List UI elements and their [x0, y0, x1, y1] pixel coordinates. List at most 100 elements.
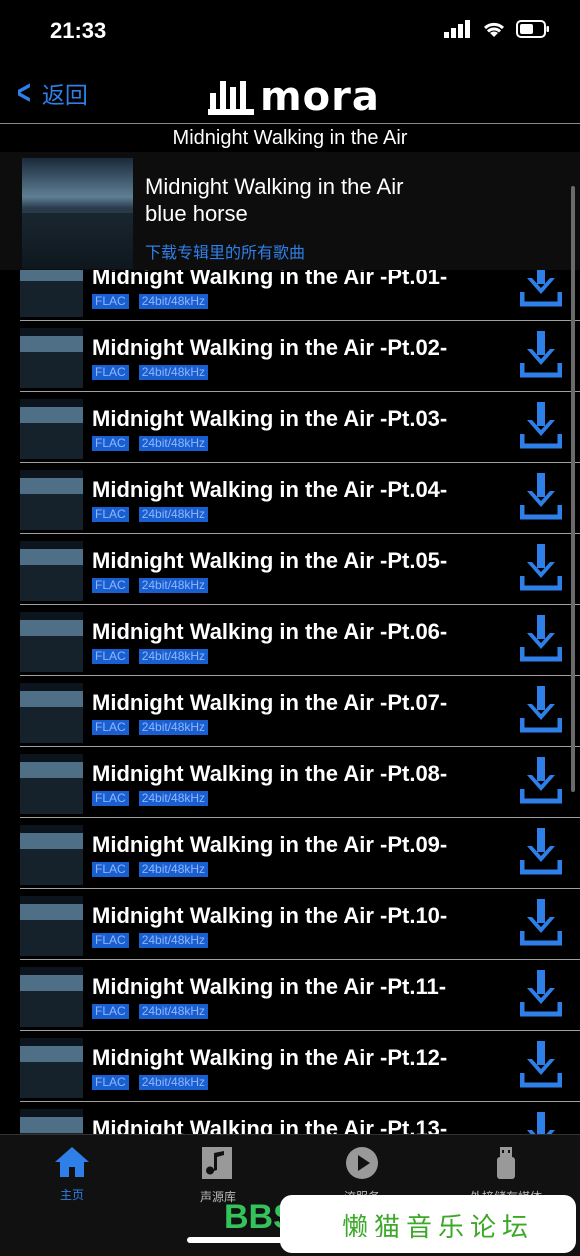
quality-badge: 24bit/48kHz: [138, 649, 209, 664]
tab-home[interactable]: 主页: [12, 1145, 132, 1203]
download-all-link[interactable]: 下载专辑里的所有歌曲: [145, 239, 305, 263]
track-row[interactable]: Midnight Walking in the Air -Pt.09- FLAC…: [20, 818, 580, 889]
track-row[interactable]: Midnight Walking in the Air -Pt.11- FLAC…: [20, 960, 580, 1031]
album-artist: blue horse: [145, 201, 248, 226]
track-title: Midnight Walking in the Air -Pt.10-: [92, 903, 448, 928]
download-icon[interactable]: [520, 400, 562, 452]
track-thumbnail: [20, 1038, 83, 1098]
battery-icon: [516, 20, 549, 38]
format-badge: FLAC: [92, 1004, 129, 1019]
quality-badge: 24bit/48kHz: [138, 436, 209, 451]
format-badge: FLAC: [92, 933, 129, 948]
download-icon[interactable]: [520, 897, 562, 949]
track-badges: FLAC 24bit/48kHz: [92, 578, 209, 593]
track-thumbnail: [20, 754, 83, 814]
album-title: Midnight Walking in the Air: [145, 174, 404, 199]
track-title: Midnight Walking in the Air -Pt.07-: [92, 690, 448, 715]
chevron-left-icon: <: [16, 74, 31, 112]
quality-badge: 24bit/48kHz: [138, 1075, 209, 1090]
quality-badge: 24bit/48kHz: [138, 862, 209, 877]
album-cover: [22, 158, 133, 269]
usb-icon: [497, 1147, 515, 1179]
track-thumbnail: [20, 399, 83, 459]
track-title: Midnight Walking in the Air -Pt.06-: [92, 619, 448, 644]
download-icon[interactable]: [520, 755, 562, 807]
track-badges: FLAC 24bit/48kHz: [92, 1075, 209, 1090]
download-icon[interactable]: [520, 542, 562, 594]
track-badges: FLAC 24bit/48kHz: [92, 649, 209, 664]
track-thumbnail: [20, 470, 83, 530]
download-icon[interactable]: [520, 826, 562, 878]
logo-text: mora: [260, 74, 380, 120]
format-badge: FLAC: [92, 1075, 129, 1090]
cellular-signal-icon: [444, 20, 470, 38]
track-badges: FLAC 24bit/48kHz: [92, 1004, 209, 1019]
wifi-icon: [483, 22, 505, 37]
track-thumbnail: [20, 328, 83, 388]
format-badge: FLAC: [92, 720, 129, 735]
quality-badge: 24bit/48kHz: [138, 933, 209, 948]
track-thumbnail: [20, 825, 83, 885]
quality-badge: 24bit/48kHz: [138, 720, 209, 735]
track-row[interactable]: Midnight Walking in the Air -Pt.05- FLAC…: [20, 534, 580, 605]
format-badge: FLAC: [92, 507, 129, 522]
quality-badge: 24bit/48kHz: [138, 578, 209, 593]
track-row[interactable]: Midnight Walking in the Air -Pt.02- FLAC…: [20, 321, 580, 392]
quality-badge: 24bit/48kHz: [138, 791, 209, 806]
track-title: Midnight Walking in the Air -Pt.08-: [92, 761, 448, 786]
format-badge: FLAC: [92, 365, 129, 380]
home-icon: [55, 1147, 89, 1177]
tab-home-label: 主页: [59, 1188, 84, 1202]
quality-badge: 24bit/48kHz: [138, 365, 209, 380]
back-button[interactable]: < 返回: [14, 76, 88, 110]
page-title: Midnight Walking in the Air: [0, 123, 580, 153]
track-row[interactable]: Midnight Walking in the Air -Pt.03- FLAC…: [20, 392, 580, 463]
track-thumbnail: [20, 612, 83, 672]
track-badges: FLAC 24bit/48kHz: [92, 933, 209, 948]
track-badges: FLAC 24bit/48kHz: [92, 436, 209, 451]
track-thumbnail: [20, 896, 83, 956]
track-title: Midnight Walking in the Air -Pt.02-: [92, 335, 448, 360]
music-library-icon: [202, 1147, 232, 1179]
track-row[interactable]: Midnight Walking in the Air -Pt.10- FLAC…: [20, 889, 580, 960]
mora-logo-icon: [208, 81, 254, 115]
track-title: Midnight Walking in the Air -Pt.12-: [92, 1045, 448, 1070]
track-badges: FLAC 24bit/48kHz: [92, 862, 209, 877]
track-thumbnail: [20, 683, 83, 743]
track-badges: FLAC 24bit/48kHz: [92, 365, 209, 380]
track-title: Midnight Walking in the Air -Pt.11-: [92, 974, 447, 999]
track-list: Midnight Walking in the Air -Pt.01- FLAC…: [20, 250, 580, 1173]
nav-bar: < 返回 mora: [0, 62, 580, 122]
download-icon[interactable]: [520, 684, 562, 736]
status-time: 21:33: [50, 18, 107, 43]
format-badge: FLAC: [92, 791, 129, 806]
download-icon[interactable]: [520, 968, 562, 1020]
track-badges: FLAC 24bit/48kHz: [92, 507, 209, 522]
format-badge: FLAC: [92, 862, 129, 877]
quality-badge: 24bit/48kHz: [138, 294, 209, 309]
track-row[interactable]: Midnight Walking in the Air -Pt.08- FLAC…: [20, 747, 580, 818]
download-icon[interactable]: [520, 471, 562, 523]
track-row[interactable]: Midnight Walking in the Air -Pt.04- FLAC…: [20, 463, 580, 534]
format-badge: FLAC: [92, 436, 129, 451]
track-row[interactable]: Midnight Walking in the Air -Pt.12- FLAC…: [20, 1031, 580, 1102]
download-icon[interactable]: [520, 329, 562, 381]
back-label: 返回: [41, 82, 88, 108]
quality-badge: 24bit/48kHz: [138, 1004, 209, 1019]
mora-logo: mora: [208, 74, 380, 120]
format-badge: FLAC: [92, 578, 129, 593]
track-title: Midnight Walking in the Air -Pt.05-: [92, 548, 448, 573]
download-icon[interactable]: [520, 1039, 562, 1091]
format-badge: FLAC: [92, 294, 129, 309]
track-badges: FLAC 24bit/48kHz: [92, 720, 209, 735]
tab-source-library[interactable]: 声源库: [158, 1145, 278, 1205]
home-indicator: [187, 1237, 393, 1243]
track-badges: FLAC 24bit/48kHz: [92, 791, 209, 806]
download-icon[interactable]: [520, 613, 562, 665]
track-row[interactable]: Midnight Walking in the Air -Pt.06- FLAC…: [20, 605, 580, 676]
track-row[interactable]: Midnight Walking in the Air -Pt.07- FLAC…: [20, 676, 580, 747]
scrollbar[interactable]: [571, 186, 575, 792]
track-badges: FLAC 24bit/48kHz: [92, 294, 209, 309]
watermark-box: 懒猫音乐论坛: [280, 1195, 576, 1253]
track-title: Midnight Walking in the Air -Pt.09-: [92, 832, 448, 857]
